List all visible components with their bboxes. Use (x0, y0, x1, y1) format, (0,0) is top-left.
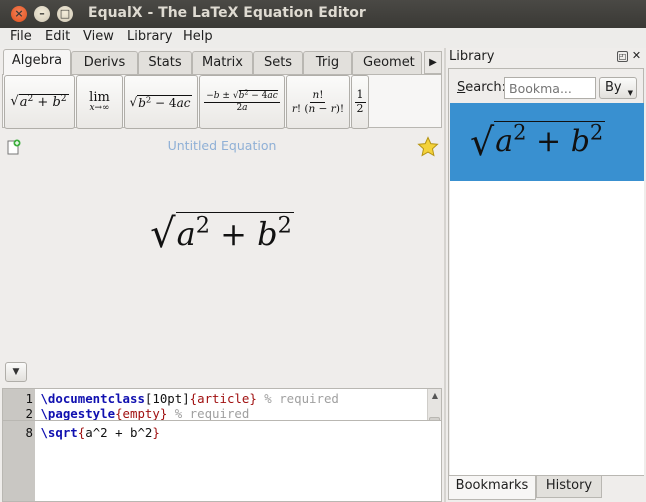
bookmark-search-input[interactable] (504, 77, 596, 99)
palette-formula-sqrt-sum: √ a2 + b2 (10, 94, 69, 110)
tab-geometry[interactable]: Geomet (352, 51, 422, 74)
line-number: 2 (25, 406, 33, 421)
tab-derivs[interactable]: Derivs (71, 51, 138, 74)
latex-command: \documentclass (40, 391, 145, 406)
search-label: Search: (457, 80, 507, 95)
search-by-dropdown[interactable]: By ▼ (599, 77, 637, 99)
maximize-window-button[interactable]: □ (57, 6, 73, 22)
menu-edit[interactable]: Edit (45, 29, 70, 44)
latex-argument: {article} (189, 391, 257, 406)
caret-down-icon: ▼ (627, 89, 633, 97)
library-panel: Search: By ▼ √a2 + b2 (448, 68, 644, 476)
palette-formula-sqrt-disc: √ b2 − 4ac (129, 93, 193, 110)
tab-history[interactable]: History (536, 476, 602, 498)
menu-file[interactable]: File (10, 29, 32, 44)
minimize-icon: – (39, 7, 45, 20)
library-pane: Library ◰ ✕ Search: By ▼ √a2 + b2 Bookmar… (446, 48, 646, 502)
code-line: 1 \documentclass[10pt]{article} % requir… (3, 391, 427, 406)
line-number: 8 (25, 425, 33, 440)
palette-sqrt-a2-plus-b2[interactable]: √ a2 + b2 (4, 75, 75, 129)
palette-combination-formula[interactable]: n! r! (n − r)! (286, 75, 350, 129)
palette-formula-lim-sub: x→∞ (89, 103, 110, 113)
equalx-window: × – □ EqualX - The LaTeX Equation Editor… (0, 0, 646, 502)
tab-stats[interactable]: Stats (138, 51, 192, 74)
editor-pane: Algebra Derivs Stats Matrix Sets Trig Ge… (0, 48, 444, 502)
code-line: 2 \pagestyle{empty} % required (3, 406, 427, 421)
library-title: Library (449, 49, 495, 64)
bookmark-equation: √ a2 + b2 (470, 120, 606, 164)
palette-formula-half: 12 (354, 87, 366, 115)
equation-preview: Untitled Equation √ a2 + b2 ▼ (2, 132, 442, 384)
latex-argument: {a^2 + b^2} (77, 425, 160, 440)
menu-help[interactable]: Help (183, 29, 213, 44)
tab-sets[interactable]: Sets (253, 51, 303, 74)
chevron-down-icon: ▼ (12, 367, 20, 377)
palette-sqrt-b2-minus-4ac[interactable]: √ b2 − 4ac (124, 75, 198, 129)
chevron-right-icon: ▶ (429, 57, 437, 68)
search-by-label: By (605, 80, 622, 95)
menu-view[interactable]: View (83, 29, 114, 44)
latex-option: [10pt] (144, 391, 190, 406)
palette-formula-quadratic: −b ± √b2 − 4ac 2a (204, 89, 280, 113)
maximize-icon: □ (59, 7, 71, 20)
tab-scroll-right-button[interactable]: ▶ (424, 51, 442, 74)
float-dock-icon[interactable]: ◰ (617, 51, 628, 62)
tab-trig[interactable]: Trig (303, 51, 352, 74)
title-bar: × – □ EqualX - The LaTeX Equation Editor (0, 0, 646, 28)
symbol-tabs: Algebra Derivs Stats Matrix Sets Trig Ge… (0, 48, 444, 75)
menu-bar: File Edit View Library Help (0, 28, 646, 48)
tab-bookmarks[interactable]: Bookmarks (448, 476, 536, 500)
latex-command: \pagestyle (40, 406, 116, 421)
tab-algebra[interactable]: Algebra (3, 49, 71, 75)
equation-code: 8 \sqrt{a^2 + b^2} (3, 425, 427, 440)
palette-formula-combination: n! r! (n − r)! (291, 89, 345, 115)
latex-comment: % required (256, 391, 339, 406)
equation-title: Untitled Equation (167, 138, 277, 153)
code-line: 8 \sqrt{a^2 + b^2} (3, 425, 427, 440)
palette-one-half[interactable]: 12 (351, 75, 369, 129)
bookmark-item[interactable]: √ a2 + b2 (450, 103, 644, 181)
close-window-button[interactable]: × (11, 6, 27, 22)
latex-comment: % required (167, 406, 250, 421)
preview-options-button[interactable]: ▼ (5, 362, 27, 382)
rendered-equation: √ a2 + b2 (150, 211, 294, 257)
palette-limit[interactable]: lim x→∞ (76, 75, 123, 129)
window-title: EqualX - The LaTeX Equation Editor (88, 5, 366, 21)
symbol-palette: √ a2 + b2 lim x→∞ √ b2 − 4ac −b ± √b2 − 4a… (2, 74, 442, 129)
bookmark-star-icon[interactable] (417, 136, 439, 158)
close-dock-icon[interactable]: ✕ (631, 50, 642, 62)
tab-matrix[interactable]: Matrix (192, 51, 253, 74)
latex-command: \sqrt (40, 425, 78, 440)
scroll-up-icon[interactable]: ▲ (428, 389, 442, 403)
palette-quadratic-formula[interactable]: −b ± √b2 − 4ac 2a (199, 75, 285, 129)
latex-argument: {empty} (115, 406, 168, 421)
bookmark-list: √ a2 + b2 (450, 103, 644, 475)
menu-library[interactable]: Library (127, 29, 172, 44)
library-tabs: Bookmarks History (446, 476, 646, 502)
close-icon: × (14, 7, 24, 20)
equation-code-editor[interactable]: 8 \sqrt{a^2 + b^2} (2, 420, 442, 502)
minimize-window-button[interactable]: – (34, 6, 50, 22)
line-number: 1 (25, 391, 33, 406)
